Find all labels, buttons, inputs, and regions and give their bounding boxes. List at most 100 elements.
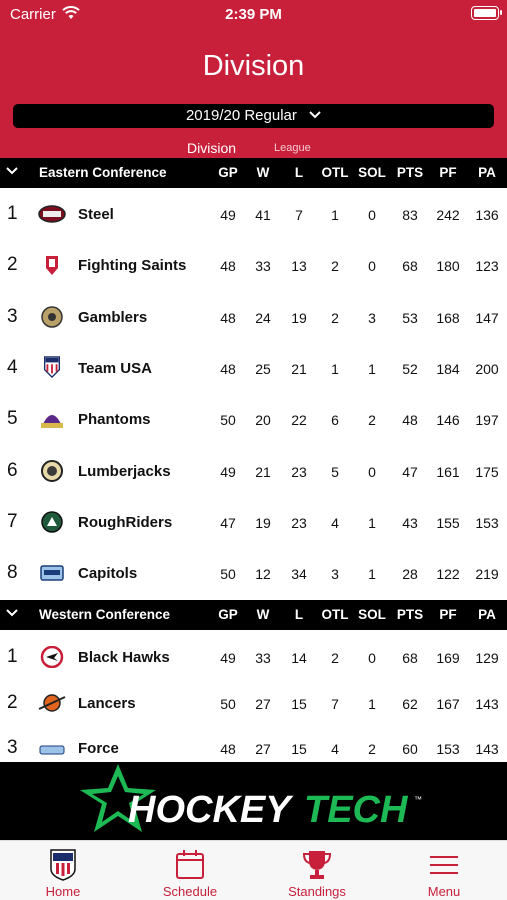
team-name[interactable]: Steel: [78, 206, 114, 223]
stat-pa: 200: [475, 361, 499, 377]
season-dropdown-value: 2019/20 Regular: [185, 107, 297, 124]
stat-gp: 49: [220, 464, 236, 480]
stat-l: 7: [295, 207, 303, 223]
stat-pts: 62: [402, 696, 418, 712]
chevron-down-icon[interactable]: [6, 607, 18, 619]
team-name[interactable]: Gamblers: [78, 309, 147, 326]
season-dropdown[interactable]: 2019/20 Regular: [13, 104, 494, 128]
chevron-down-icon[interactable]: [6, 165, 18, 177]
team-name[interactable]: Lumberjacks: [78, 463, 171, 480]
stat-pf: 242: [436, 207, 460, 223]
standings-row[interactable]: 1 Black Hawks 49 33 14 2 0 68 169 129: [0, 632, 507, 682]
hamburger-menu-icon: [430, 856, 458, 874]
stat-pts: 48: [402, 412, 418, 428]
stat-pa: 136: [475, 207, 499, 223]
standings-row[interactable]: 2 Lancers 50 27 15 7 1 62 167 143: [0, 678, 507, 728]
standings-row[interactable]: 6 Lumberjacks 49 21 23 5 0 47 161 175: [0, 446, 507, 496]
stat-sol: 3: [368, 310, 376, 326]
stat-w: 25: [255, 361, 271, 377]
roughriders-logo-icon: [41, 511, 63, 533]
stat-l: 14: [291, 650, 307, 666]
tab-standings[interactable]: Standings: [254, 841, 380, 900]
standings-row[interactable]: 1 Steel 49 41 7 1 0 83 242 136: [0, 189, 507, 239]
tab-schedule[interactable]: Schedule: [127, 841, 253, 900]
standings-row[interactable]: 7 RoughRiders 47 19 23 4 1 43 155 153: [0, 497, 507, 547]
black-hawks-logo-icon: [40, 646, 64, 668]
team-rank: 1: [7, 203, 18, 224]
stat-otl: 4: [331, 741, 339, 757]
status-bar: Carrier 2:39 PM: [0, 0, 507, 30]
column-header-l: L: [294, 607, 304, 622]
stat-pts: 68: [402, 650, 418, 666]
conference-header-eastern[interactable]: Eastern Conference GP W L OTL SOL PTS PF…: [0, 158, 507, 188]
column-header-gp: GP: [218, 165, 238, 180]
stat-sol: 1: [368, 515, 376, 531]
stat-gp: 48: [220, 741, 236, 757]
column-header-pts: PTS: [396, 165, 424, 180]
phantoms-logo-icon: [41, 415, 63, 428]
tab-menu[interactable]: Menu: [381, 841, 507, 900]
tab-label: Schedule: [162, 884, 218, 899]
team-rank: 1: [7, 646, 18, 667]
team-rank: 2: [7, 254, 18, 275]
trophy-icon: [302, 851, 332, 879]
hockeytech-ad-banner[interactable]: HOCKEY TECH ™: [0, 762, 507, 840]
stat-w: 33: [255, 258, 271, 274]
stat-gp: 48: [220, 361, 236, 377]
usshl-shield-icon: [50, 849, 76, 881]
standings-row[interactable]: 5 Phantoms 50 20 22 6 2 48 146 197: [0, 394, 507, 444]
team-name[interactable]: Lancers: [78, 695, 136, 712]
stat-l: 13: [291, 258, 307, 274]
stat-l: 19: [291, 310, 307, 326]
team-rank: 3: [7, 306, 18, 327]
stat-pts: 47: [402, 464, 418, 480]
standings-row[interactable]: 8 Capitols 50 12 34 3 1 28 122 219: [0, 548, 507, 598]
stat-l: 34: [291, 566, 307, 582]
tab-league[interactable]: League: [274, 142, 311, 154]
conference-header-western[interactable]: Western Conference GP W L OTL SOL PTS PF…: [0, 600, 507, 630]
team-name[interactable]: Fighting Saints: [78, 257, 186, 274]
stat-pts: 43: [402, 515, 418, 531]
stat-pf: 167: [436, 696, 460, 712]
team-name[interactable]: RoughRiders: [78, 514, 172, 531]
team-rank: 4: [7, 357, 18, 378]
stat-pf: 146: [436, 412, 460, 428]
stat-pf: 153: [436, 741, 460, 757]
team-name[interactable]: Black Hawks: [78, 649, 170, 666]
conference-name: Eastern Conference: [39, 165, 167, 180]
column-header-l: L: [294, 165, 304, 180]
stat-sol: 1: [368, 696, 376, 712]
gamblers-logo-icon: [41, 306, 63, 328]
team-name[interactable]: Phantoms: [78, 411, 151, 428]
column-header-sol: SOL: [358, 607, 386, 622]
standings-row[interactable]: 3 Gamblers 48 24 19 2 3 53 168 147: [0, 292, 507, 342]
team-rank: 2: [7, 692, 18, 713]
page-title: Division: [202, 50, 305, 82]
standings-row[interactable]: 2 Fighting Saints 48 33 13 2 0 68 180 12…: [0, 240, 507, 290]
team-name[interactable]: Capitols: [78, 565, 137, 582]
trademark: ™: [414, 795, 422, 804]
stat-otl: 2: [331, 258, 339, 274]
stat-pa: 129: [475, 650, 499, 666]
column-header-gp: GP: [218, 607, 238, 622]
standings-row[interactable]: 4 Team USA 48 25 21 1 1 52 184 200: [0, 343, 507, 393]
tab-division[interactable]: Division: [187, 140, 236, 156]
stat-pa: 123: [475, 258, 499, 274]
tab-home[interactable]: Home: [0, 841, 126, 900]
stat-gp: 50: [220, 696, 236, 712]
team-name[interactable]: Force: [78, 740, 119, 757]
stat-l: 15: [291, 696, 307, 712]
stat-otl: 2: [331, 310, 339, 326]
stat-pa: 153: [475, 515, 499, 531]
standings-row[interactable]: 3 Force 48 27 15 4 2 60 153 143: [0, 725, 507, 762]
stat-otl: 7: [331, 696, 339, 712]
column-header-otl: OTL: [321, 165, 349, 180]
stat-w: 20: [255, 412, 271, 428]
team-name[interactable]: Team USA: [78, 360, 152, 377]
stat-sol: 2: [368, 412, 376, 428]
stat-pa: 147: [475, 310, 499, 326]
stat-w: 12: [255, 566, 271, 582]
battery-icon: [471, 6, 502, 20]
lumberjacks-logo-icon: [41, 460, 63, 482]
tab-label: Standings: [288, 884, 346, 899]
